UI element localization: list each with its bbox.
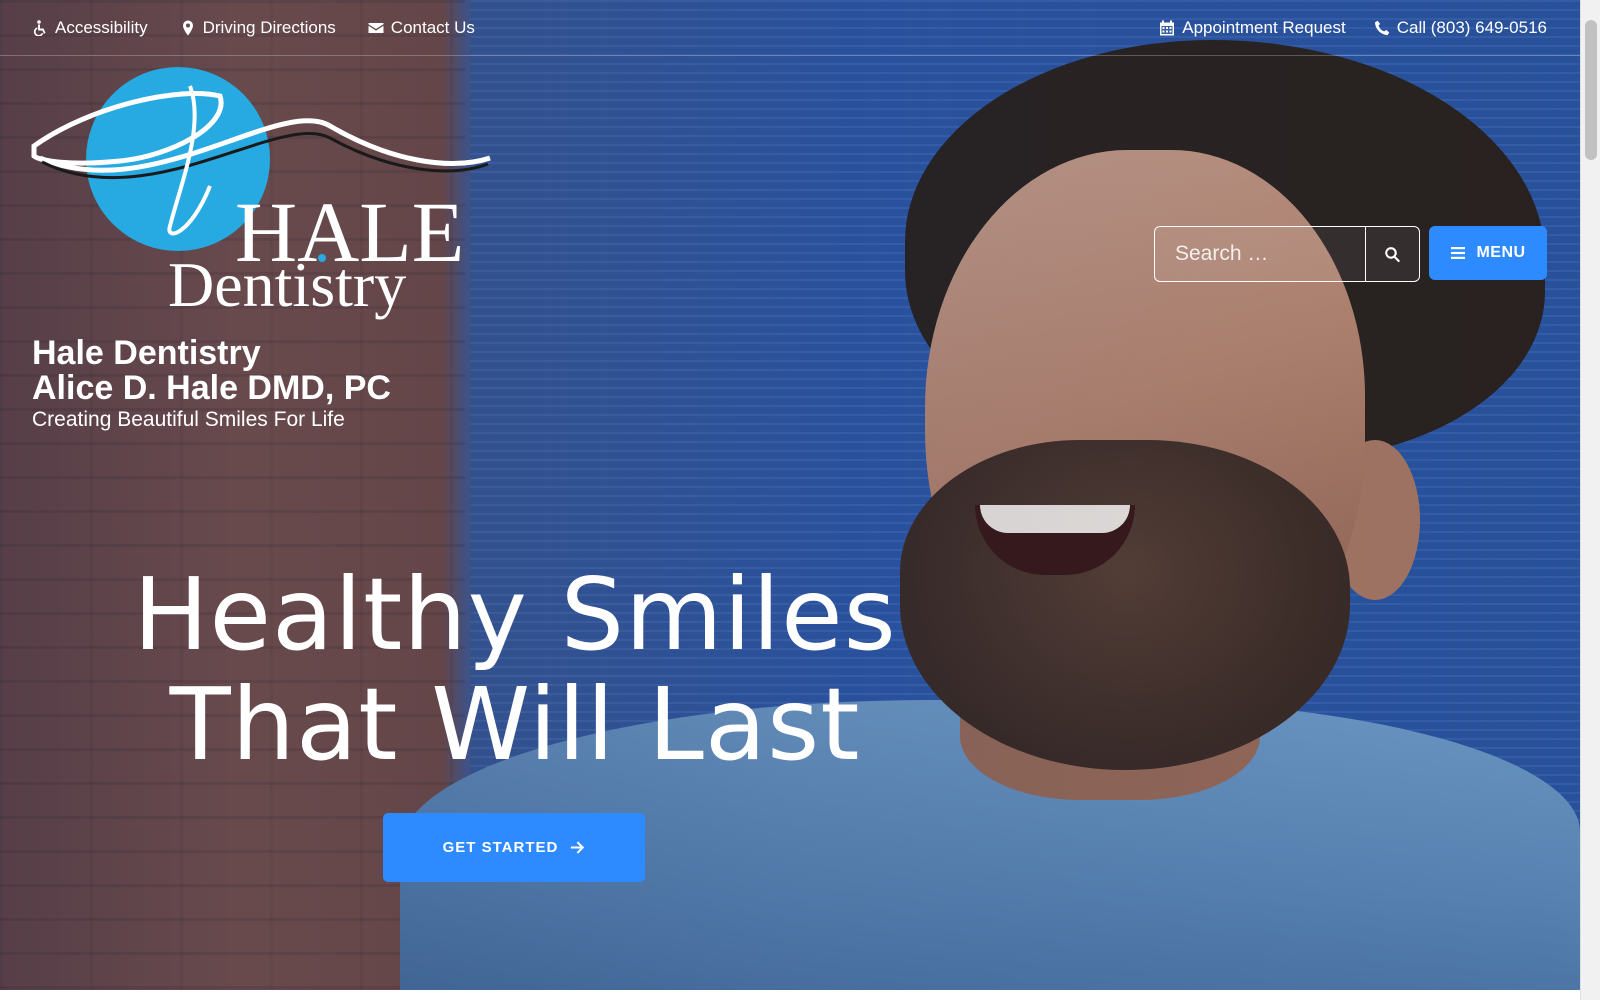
appointment-request-link[interactable]: Appointment Request: [1159, 18, 1346, 38]
search-input[interactable]: [1155, 227, 1365, 281]
search-form: [1154, 226, 1420, 282]
call-phone-link[interactable]: Call (803) 649-0516: [1374, 18, 1547, 38]
hero-headline-line-2: That Will Last: [169, 666, 861, 783]
get-started-label: GET STARTED: [442, 839, 559, 856]
menu-button-label: MENU: [1476, 244, 1526, 261]
search-button[interactable]: [1365, 227, 1419, 281]
practice-info: Hale Dentistry Alice D. Hale DMD, PC Cre…: [32, 336, 391, 434]
arrow-right-icon: [571, 841, 585, 854]
driving-directions-link[interactable]: Driving Directions: [180, 18, 336, 38]
hero-headline: Healthy Smiles That Will Last: [130, 560, 900, 780]
hero-headline-line-1: Healthy Smiles: [133, 556, 897, 673]
scrollbar-thumb[interactable]: [1585, 20, 1597, 160]
practice-doctor: Alice D. Hale DMD, PC: [32, 369, 391, 407]
appointment-request-link-label: Appointment Request: [1182, 17, 1346, 37]
menu-button[interactable]: MENU: [1429, 226, 1547, 280]
logo-dot: [318, 254, 326, 262]
top-utility-bar: Accessibility Driving Directions Contact…: [0, 0, 1580, 56]
call-phone-link-label: Call (803) 649-0516: [1396, 17, 1547, 37]
top-links-left: Accessibility Driving Directions Contact…: [32, 18, 475, 38]
hamburger-icon: [1451, 247, 1466, 259]
map-marker-icon: [180, 20, 196, 36]
contact-us-link-label: Contact Us: [390, 17, 475, 37]
search-icon: [1385, 246, 1401, 262]
page-scrollbar[interactable]: [1580, 0, 1600, 1000]
practice-name: Hale Dentistry: [32, 334, 261, 372]
calendar-icon: [1159, 20, 1175, 36]
practice-tagline: Creating Beautiful Smiles For Life: [32, 408, 345, 431]
driving-directions-link-label: Driving Directions: [202, 17, 336, 37]
top-links-right: Appointment Request Call (803) 649-0516: [1159, 18, 1547, 38]
phone-icon: [1374, 20, 1390, 36]
accessibility-link[interactable]: Accessibility: [32, 18, 148, 38]
hale-dentistry-logo[interactable]: HALE Dentistry: [30, 66, 496, 336]
envelope-icon: [368, 20, 384, 36]
logo-graphic: HALE Dentistry: [31, 67, 491, 320]
accessibility-link-label: Accessibility: [55, 17, 148, 37]
get-started-button[interactable]: GET STARTED: [383, 813, 645, 882]
logo-word-dentistry: Dentistry: [168, 249, 406, 320]
page-bottom-edge: [0, 990, 1580, 1000]
wheelchair-icon: [32, 19, 48, 36]
contact-us-link[interactable]: Contact Us: [368, 18, 475, 38]
